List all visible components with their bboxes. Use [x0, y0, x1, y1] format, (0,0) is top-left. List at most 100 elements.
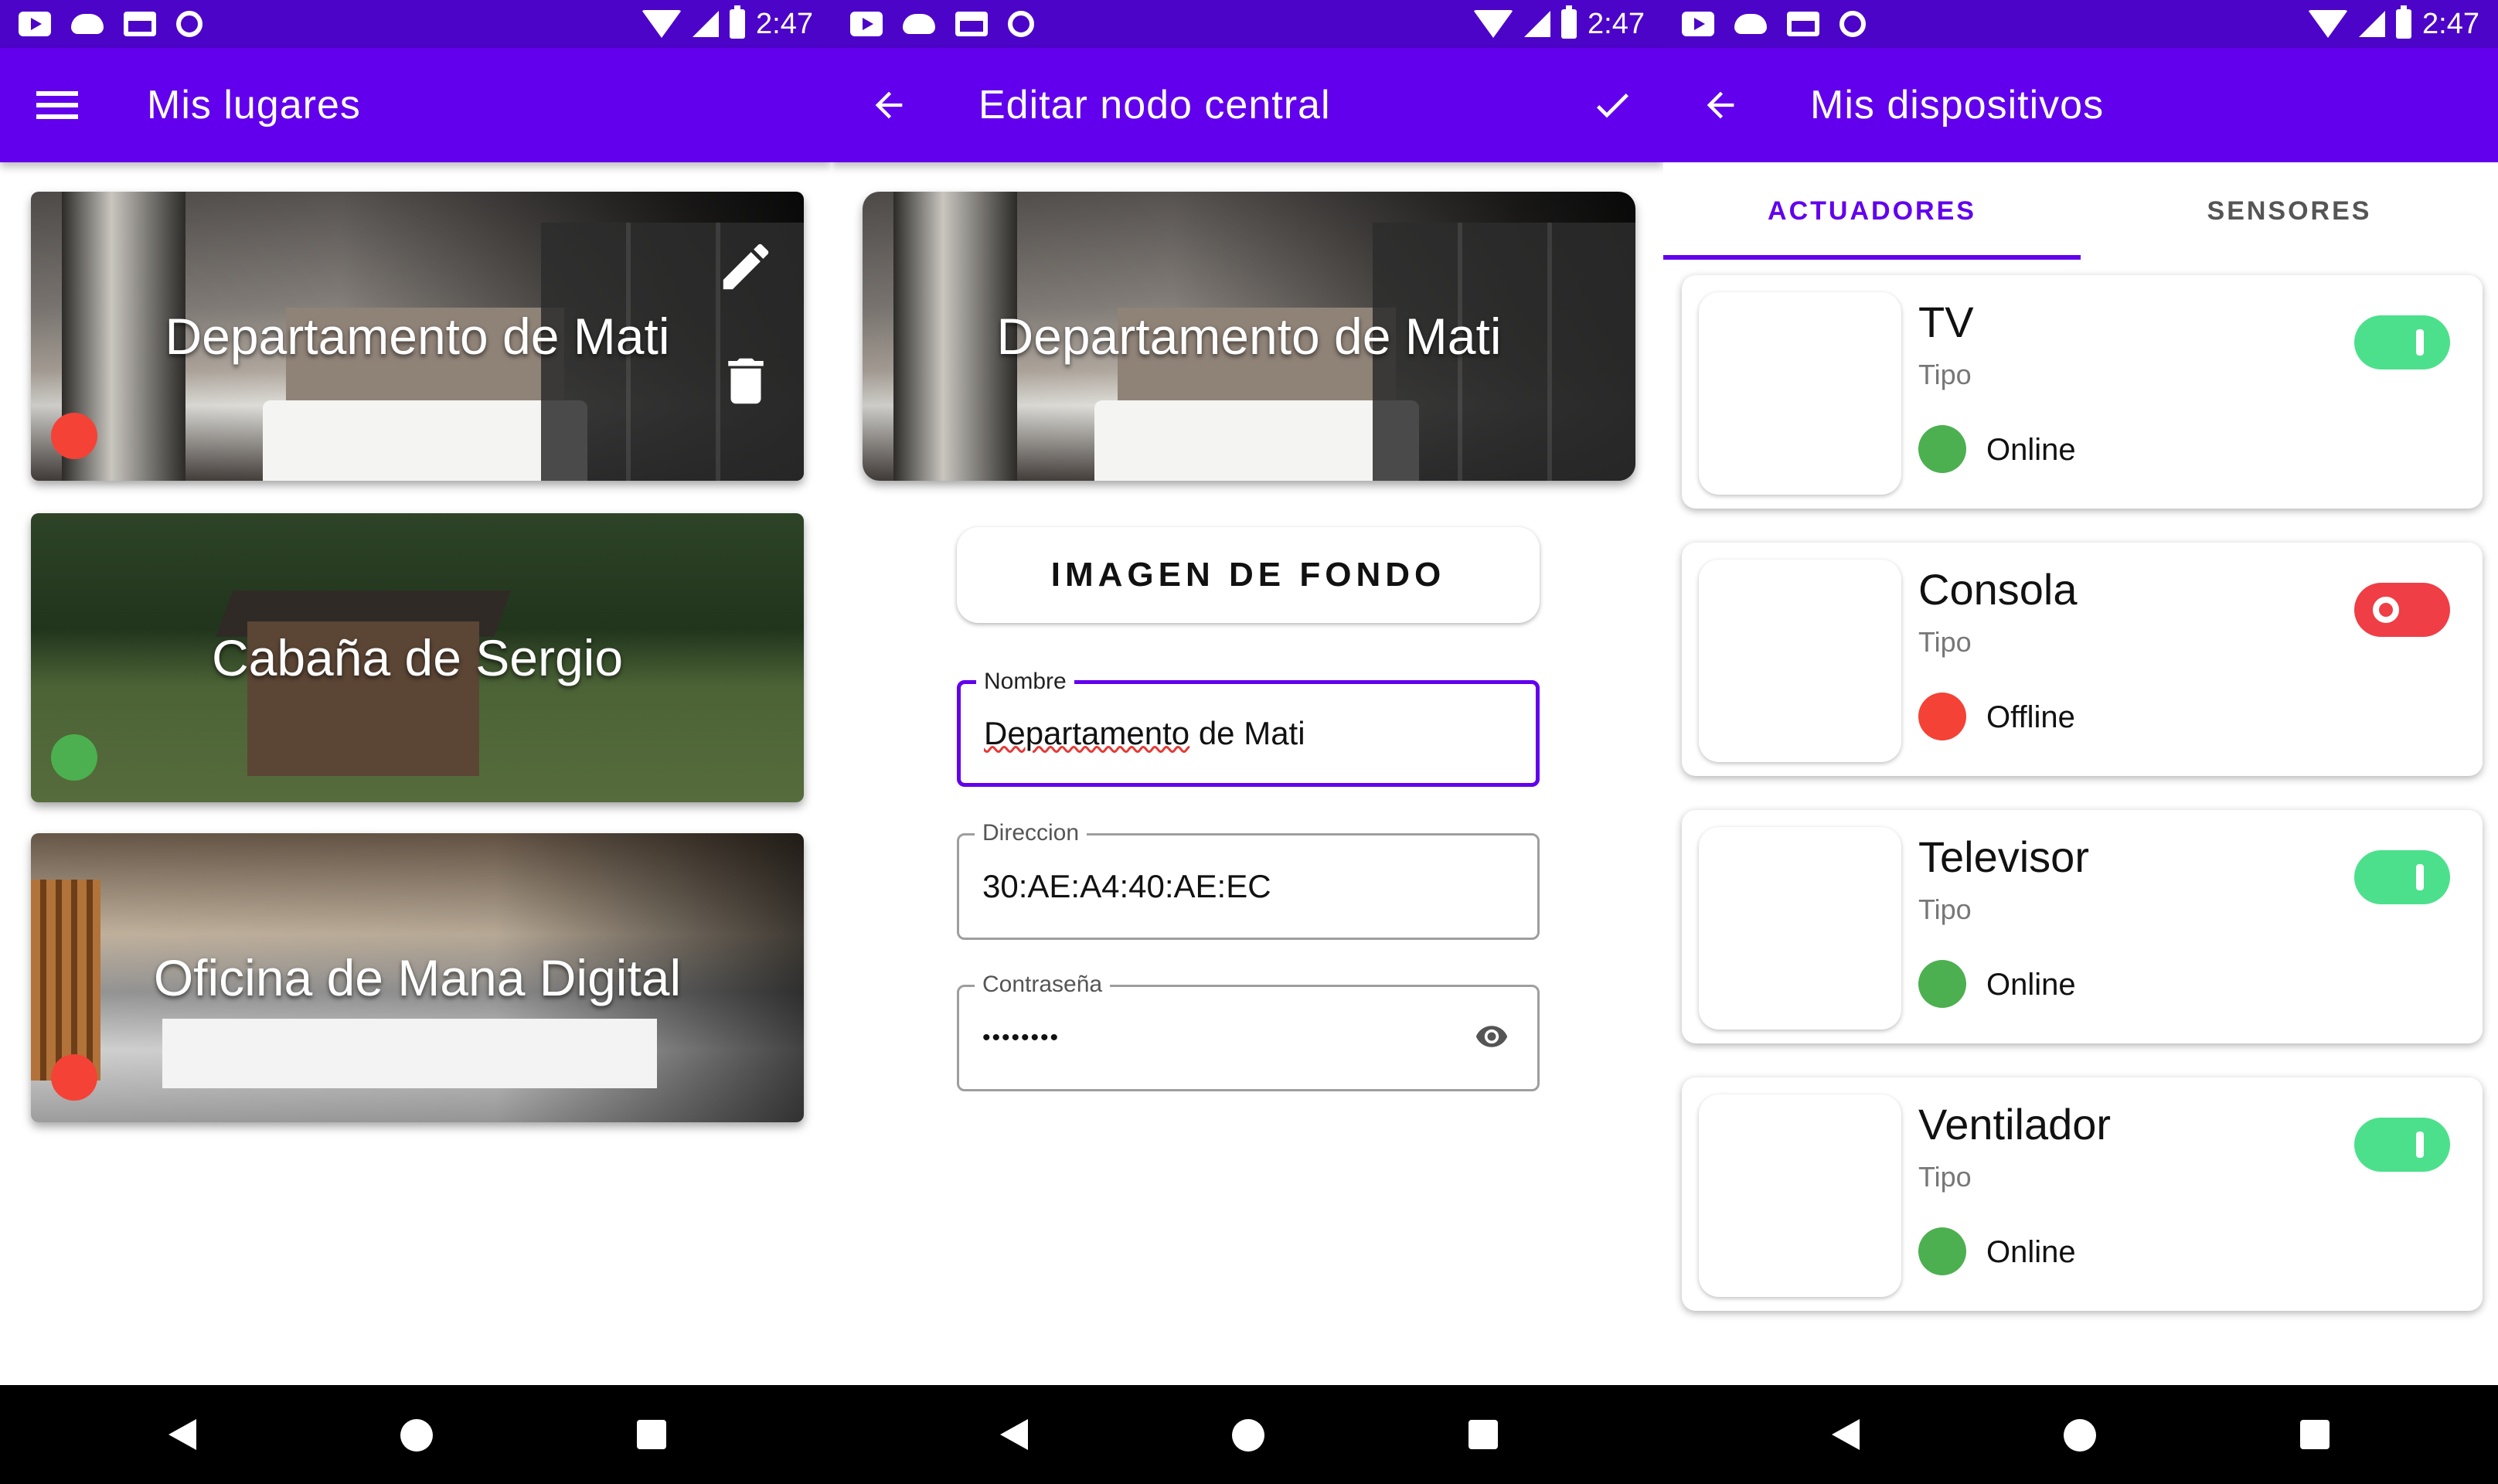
- battery-icon: [2396, 5, 2412, 39]
- card-actions: [716, 237, 776, 411]
- status-bar: 2:47: [0, 0, 832, 48]
- page-title: Editar nodo central: [978, 83, 1331, 128]
- youtube-icon: [19, 12, 51, 36]
- status-bar: 2:47: [832, 0, 1663, 48]
- system-nav-bar: [832, 1385, 1663, 1484]
- device-card[interactable]: Televisor Tipo Online: [1682, 810, 2483, 1043]
- nav-home-icon[interactable]: [1232, 1419, 1264, 1452]
- visibility-icon[interactable]: [1469, 1019, 1514, 1053]
- device-type: Tipo: [1918, 359, 1972, 390]
- nav-recents-icon[interactable]: [637, 1420, 666, 1449]
- address-field[interactable]: Direccion 30:AE:A4:40:AE:EC: [957, 820, 1540, 940]
- back-arrow-icon[interactable]: [1697, 82, 1744, 128]
- device-thumbnail: [1699, 827, 1901, 1030]
- check-icon[interactable]: [1589, 82, 1635, 128]
- page-title: Mis lugares: [147, 83, 361, 128]
- name-field-value[interactable]: Departamento de Mati: [984, 684, 1305, 783]
- delete-icon[interactable]: [716, 351, 776, 411]
- nav-back-icon[interactable]: [168, 1419, 196, 1450]
- status-dot: [1918, 1227, 1966, 1275]
- place-card[interactable]: Oficina de Mana Digital: [31, 833, 804, 1122]
- signal-icon: [2359, 11, 2386, 37]
- device-type: Tipo: [1918, 626, 1972, 658]
- cloud-icon: [1734, 14, 1767, 34]
- page-title: Mis dispositivos: [1810, 83, 2105, 128]
- device-status: Online: [1986, 968, 2076, 1002]
- app-bar: Mis dispositivos: [1663, 48, 2498, 162]
- place-card[interactable]: Cabaña de Sergio: [31, 513, 804, 802]
- place-name: Cabaña de Sergio: [211, 629, 624, 686]
- battery-icon: [1561, 5, 1577, 39]
- device-status: Online: [1986, 433, 2076, 467]
- device-toggle[interactable]: [2354, 315, 2450, 369]
- sync-icon: [176, 11, 202, 37]
- nav-recents-icon[interactable]: [1469, 1420, 1498, 1449]
- place-card[interactable]: Departamento de Mati: [31, 192, 804, 481]
- device-thumbnail: [1699, 1094, 1901, 1297]
- nav-home-icon[interactable]: [2064, 1419, 2096, 1452]
- device-name: TV: [1918, 298, 1974, 346]
- back-arrow-icon[interactable]: [866, 82, 912, 128]
- cloud-icon: [71, 14, 104, 34]
- sync-icon: [1839, 11, 1866, 37]
- status-time: 2:47: [2422, 7, 2479, 40]
- devices-screen: 2:47 Mis dispositivos ACTUADORES SENSORE…: [1663, 0, 2498, 1484]
- wifi-icon: [642, 10, 682, 38]
- hero-image: Departamento de Mati: [863, 192, 1635, 481]
- edit-node-screen: 2:47 Editar nodo central Departamento de…: [832, 0, 1663, 1484]
- status-dot: [51, 413, 97, 459]
- signal-icon: [1524, 11, 1551, 37]
- place-name: Oficina de Mana Digital: [153, 949, 682, 1006]
- background-image-button[interactable]: IMAGEN DE FONDO: [957, 527, 1540, 623]
- device-toggle[interactable]: [2354, 850, 2450, 904]
- tab-indicator: [1663, 255, 2081, 260]
- wifi-icon: [2308, 10, 2349, 38]
- signal-icon: [693, 11, 720, 37]
- nav-recents-icon[interactable]: [2300, 1420, 2330, 1449]
- status-dot: [51, 1054, 97, 1101]
- device-name: Ventilador: [1918, 1100, 2112, 1149]
- device-card[interactable]: TV Tipo Online: [1682, 275, 2483, 509]
- name-value-misspelled: Departamento: [984, 715, 1190, 751]
- place-name: Departamento de Mati: [165, 308, 670, 365]
- sync-icon: [1008, 11, 1034, 37]
- calendar-icon: [1787, 12, 1819, 36]
- address-field-value[interactable]: 30:AE:A4:40:AE:EC: [982, 836, 1271, 938]
- battery-icon: [730, 5, 746, 39]
- device-name: Consola: [1918, 565, 2078, 614]
- status-dot: [1918, 693, 1966, 740]
- name-field[interactable]: Nombre Departamento de Mati: [957, 669, 1540, 787]
- nav-back-icon[interactable]: [1832, 1419, 1860, 1450]
- places-screen: 2:47 Mis lugares Departamento de Mati Ca…: [0, 0, 832, 1484]
- system-nav-bar: [0, 1385, 832, 1484]
- app-bar: Editar nodo central: [832, 48, 1663, 162]
- edit-icon[interactable]: [716, 237, 776, 297]
- device-type: Tipo: [1918, 893, 1972, 925]
- status-dot: [51, 734, 97, 781]
- tab-actuadores[interactable]: ACTUADORES: [1663, 162, 2081, 260]
- tab-bar: ACTUADORES SENSORES: [1663, 162, 2498, 260]
- name-value-rest: de Mati: [1189, 715, 1305, 751]
- device-name: Televisor: [1918, 832, 2089, 881]
- youtube-icon: [1682, 12, 1714, 36]
- youtube-icon: [850, 12, 883, 36]
- calendar-icon: [955, 12, 988, 36]
- device-status: Offline: [1986, 700, 2075, 734]
- status-time: 2:47: [756, 7, 813, 40]
- status-dot: [1918, 960, 1966, 1008]
- device-card[interactable]: Consola Tipo Offline: [1682, 543, 2483, 776]
- device-toggle[interactable]: [2354, 1118, 2450, 1172]
- device-toggle[interactable]: [2354, 583, 2450, 637]
- nav-back-icon[interactable]: [1000, 1419, 1028, 1450]
- device-status: Online: [1986, 1235, 2076, 1269]
- hero-name: Departamento de Mati: [996, 308, 1502, 365]
- nav-home-icon[interactable]: [400, 1419, 433, 1452]
- tab-sensores[interactable]: SENSORES: [2081, 162, 2498, 260]
- password-field-value[interactable]: ••••••••: [982, 987, 1060, 1089]
- device-card[interactable]: Ventilador Tipo Online: [1682, 1077, 2483, 1311]
- status-dot: [1918, 425, 1966, 473]
- status-bar: 2:47: [1663, 0, 2498, 48]
- device-thumbnail: [1699, 560, 1901, 762]
- password-field[interactable]: Contraseña ••••••••: [957, 972, 1540, 1091]
- menu-icon[interactable]: [34, 82, 80, 128]
